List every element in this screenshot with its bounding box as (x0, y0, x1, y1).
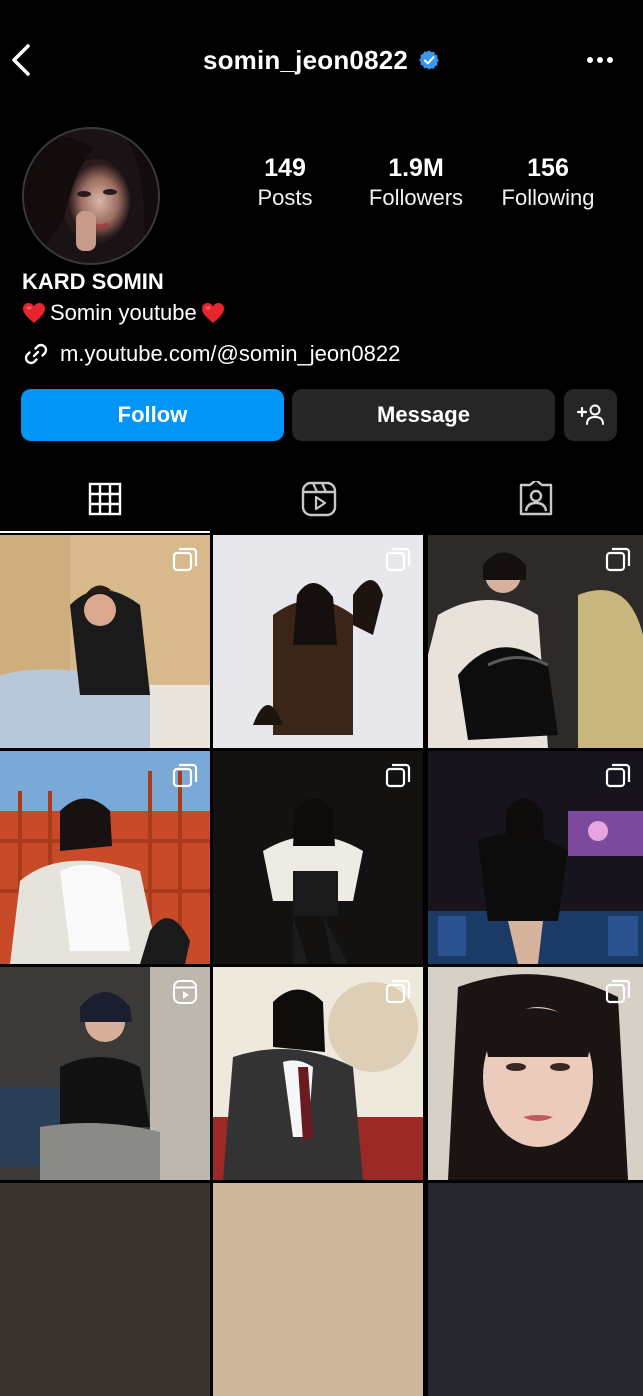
link-icon (24, 343, 48, 365)
tab-posts[interactable] (0, 474, 210, 524)
tab-reels[interactable] (214, 474, 424, 524)
stat-followers[interactable]: 1.9M Followers (356, 153, 476, 213)
active-tab-indicator (0, 531, 210, 533)
display-name: KARD SOMIN (22, 269, 164, 294)
posts-count: 149 (264, 154, 306, 182)
post-thumbnail[interactable] (0, 1183, 210, 1396)
post-thumbnail[interactable] (428, 1183, 643, 1396)
suggested-users-button[interactable] (564, 389, 617, 441)
post-thumbnail[interactable] (428, 751, 643, 964)
post-thumbnail[interactable] (428, 535, 643, 748)
carousel-icon (385, 979, 411, 1004)
link-text[interactable]: m.youtube.com/@somin_jeon0822 (60, 341, 400, 367)
post-thumbnail[interactable] (0, 751, 210, 964)
carousel-icon (605, 547, 631, 572)
bio: Somin youtube (22, 300, 225, 326)
profile-avatar[interactable] (22, 127, 160, 265)
more-horizontal-icon (587, 57, 613, 63)
more-options-button[interactable] (583, 48, 617, 72)
add-user-icon (576, 404, 604, 425)
post-thumbnail[interactable] (0, 535, 210, 748)
posts-label: Posts (257, 185, 313, 210)
post-thumbnail[interactable] (213, 535, 423, 748)
bio-text: Somin youtube (50, 300, 197, 325)
post-thumbnail[interactable] (428, 967, 643, 1180)
carousel-icon (172, 763, 198, 788)
following-label: Following (501, 185, 595, 210)
avatar-image (24, 129, 158, 263)
followers-count: 1.9M (388, 154, 444, 182)
username-title: somin_jeon0822 (202, 44, 409, 75)
carousel-icon (605, 979, 631, 1004)
reels-icon (301, 481, 337, 517)
verified-badge-icon (419, 50, 439, 70)
posts-grid (0, 535, 643, 1396)
heart-emoji-icon (23, 303, 45, 323)
grid-icon (88, 482, 122, 516)
profile-header: somin_jeon0822 (0, 40, 643, 80)
stat-posts[interactable]: 149 Posts (225, 153, 345, 213)
heart-emoji-icon (201, 303, 224, 323)
profile-link[interactable]: m.youtube.com/@somin_jeon0822 (22, 340, 400, 368)
post-thumbnail[interactable] (213, 751, 423, 964)
carousel-icon (385, 547, 411, 572)
carousel-icon (172, 547, 198, 572)
post-thumbnail[interactable] (0, 967, 210, 1180)
post-thumbnail[interactable] (213, 1183, 423, 1396)
follow-button[interactable]: Follow (21, 389, 284, 441)
post-thumbnail[interactable] (213, 967, 423, 1180)
tagged-icon (519, 481, 552, 516)
following-count: 156 (527, 154, 569, 182)
stat-following[interactable]: 156 Following (488, 153, 608, 213)
message-button[interactable]: Message (292, 389, 555, 441)
reel-icon (173, 980, 197, 1004)
tab-tagged[interactable] (428, 474, 643, 524)
carousel-icon (385, 763, 411, 788)
followers-label: Followers (368, 185, 464, 210)
carousel-icon (605, 763, 631, 788)
